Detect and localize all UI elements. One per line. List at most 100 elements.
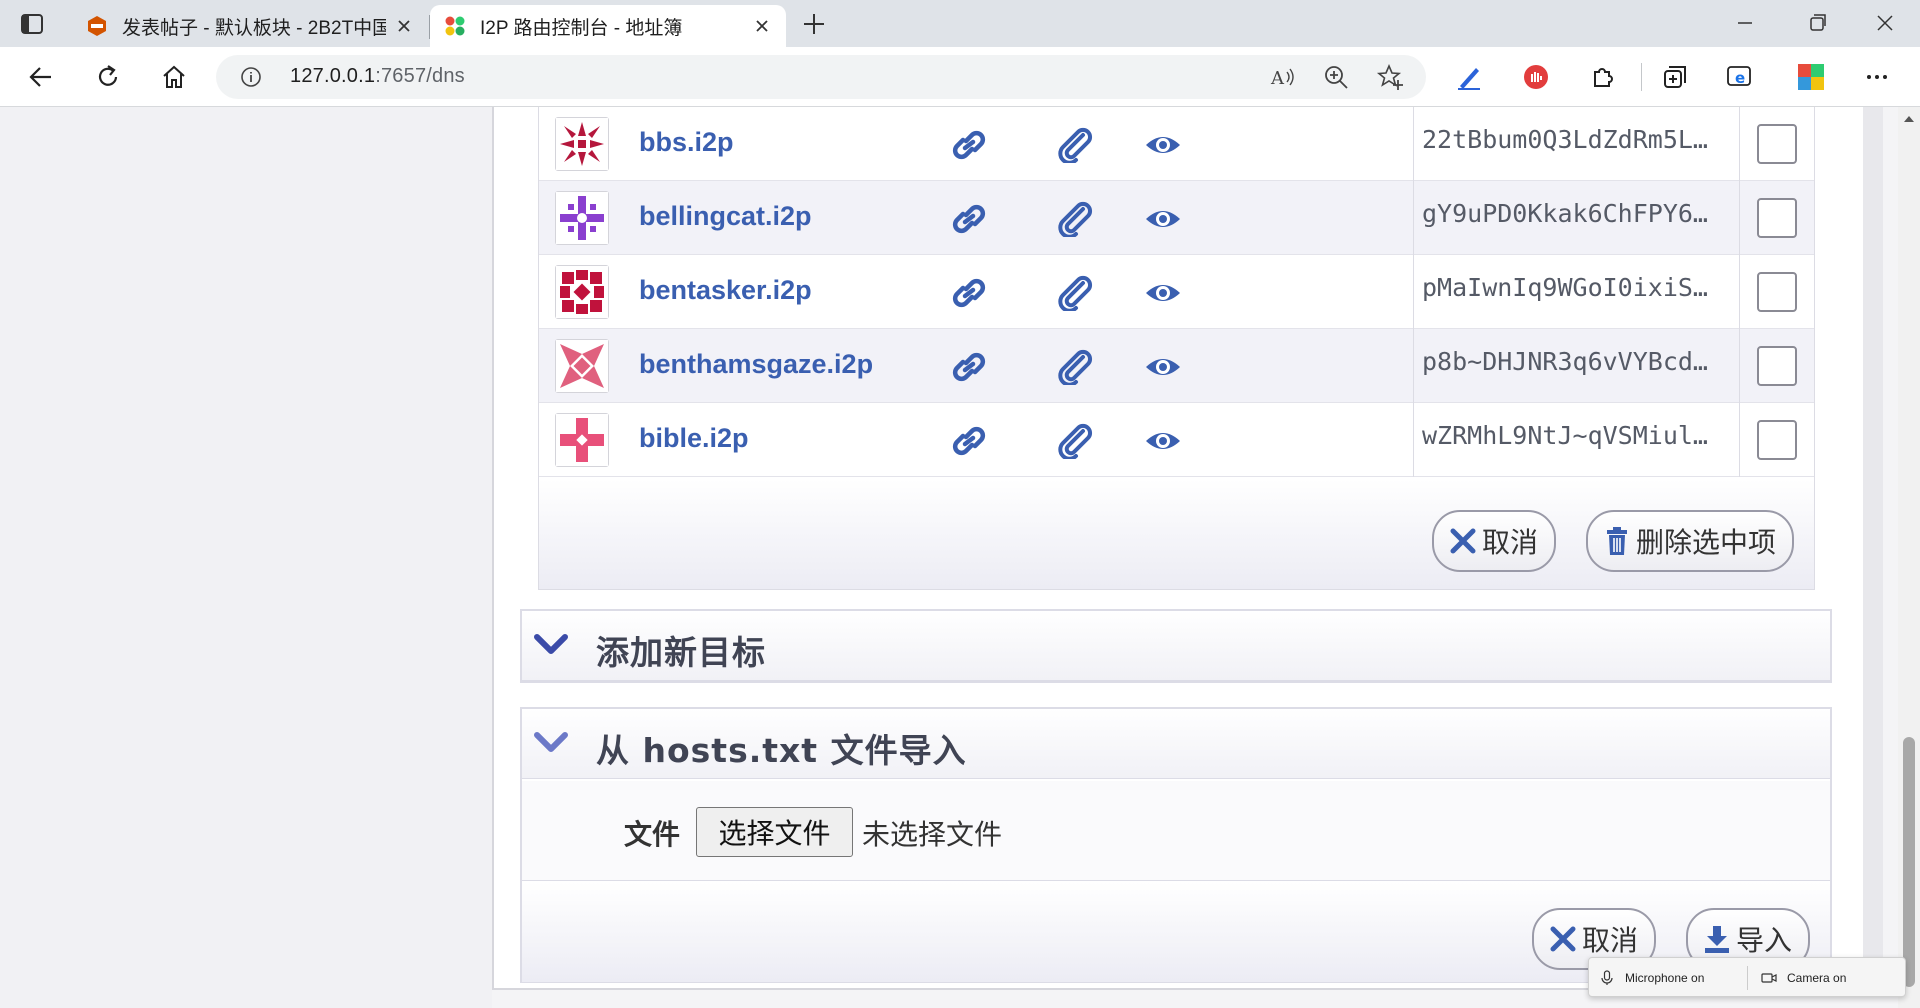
hostname-link[interactable]: benthamsgaze.i2p: [639, 349, 873, 380]
more-icon[interactable]: [1862, 62, 1892, 92]
destination-hash: 22tBbum0Q3LdZdRm5L…: [1413, 107, 1740, 181]
cancel-label: 取消: [1482, 526, 1539, 559]
cancel-button[interactable]: 取消: [1432, 510, 1557, 572]
chevron-down-icon[interactable]: [532, 629, 570, 663]
address-bar[interactable]: 127.0.0.1:7657/dns A: [216, 55, 1426, 99]
download-icon: [1702, 924, 1732, 954]
eye-icon[interactable]: [1143, 349, 1183, 385]
close-tab-icon[interactable]: [752, 16, 772, 36]
url-path: :7657/dns: [375, 65, 465, 87]
minimize-icon[interactable]: [1730, 8, 1760, 38]
delete-selected-button[interactable]: 删除选中项: [1586, 510, 1795, 572]
forum-favicon: [86, 15, 108, 37]
extensions-icon[interactable]: [1587, 62, 1617, 92]
table-row: benthamsgaze.i2p p8b~DHJNR3q6vVYBcd…: [539, 329, 1814, 403]
address-table: bbs.i2p 22tBbum0Q3LdZdRm5L… bellingcat.i…: [538, 107, 1815, 590]
home-icon[interactable]: [159, 62, 189, 92]
sidebar-area: [0, 107, 492, 1008]
read-aloud-icon[interactable]: A: [1268, 63, 1296, 91]
zoom-icon[interactable]: [1322, 63, 1350, 91]
section-header[interactable]: 添加新目标: [522, 611, 1830, 681]
link-icon[interactable]: [949, 127, 989, 163]
site-info-icon[interactable]: [240, 66, 262, 88]
url-text[interactable]: 127.0.0.1:7657/dns: [290, 65, 465, 88]
select-checkbox[interactable]: [1757, 346, 1797, 386]
scroll-up-icon[interactable]: [1901, 111, 1917, 127]
close-tab-icon[interactable]: [394, 16, 414, 36]
select-checkbox[interactable]: [1757, 198, 1797, 238]
back-icon[interactable]: [26, 62, 56, 92]
paperclip-icon[interactable]: [1055, 275, 1095, 311]
close-icon: [1448, 526, 1478, 556]
microphone-label: Microphone on: [1625, 971, 1705, 985]
favorite-add-icon[interactable]: [1376, 63, 1404, 91]
paperclip-icon[interactable]: [1055, 127, 1095, 163]
identicon: [555, 413, 609, 467]
hostname-link[interactable]: bentasker.i2p: [639, 275, 812, 306]
maximize-icon[interactable]: [1802, 8, 1832, 38]
microphone-status[interactable]: Microphone on: [1599, 970, 1704, 986]
link-icon[interactable]: [949, 275, 989, 311]
ie-mode-icon[interactable]: e: [1725, 62, 1755, 92]
cancel-label: 取消: [1582, 924, 1639, 957]
hostname-link[interactable]: bbs.i2p: [639, 127, 734, 158]
pen-extension-icon[interactable]: [1454, 62, 1484, 92]
i2p-favicon: [444, 15, 466, 37]
new-tab-icon[interactable]: [800, 10, 828, 38]
camera-icon: [1761, 973, 1777, 983]
table-row: bentasker.i2p pMaIwnIq9WGoI0ixiS…: [539, 255, 1814, 329]
identicon: [555, 265, 609, 319]
camera-status[interactable]: Camera on: [1761, 970, 1846, 986]
table-row: bbs.i2p 22tBbum0Q3LdZdRm5L…: [539, 107, 1814, 181]
import-hosts-section: 从 hosts.txt 文件导入 文件 选择文件 未选择文件 取消 导入: [520, 707, 1832, 983]
chevron-down-icon[interactable]: [532, 727, 570, 761]
tab-forum[interactable]: 发表帖子 - 默认板块 - 2B2T中国服: [72, 5, 428, 47]
stop-extension-icon[interactable]: [1521, 62, 1551, 92]
file-input-row: 文件 选择文件 未选择文件: [522, 781, 1830, 881]
scrollbar-thumb[interactable]: [1903, 737, 1915, 987]
destination-hash: gY9uPD0Kkak6ChFPY6…: [1413, 181, 1740, 255]
eye-icon[interactable]: [1143, 201, 1183, 237]
delete-label: 删除选中项: [1636, 526, 1777, 559]
tab-i2p-addressbook[interactable]: I2P 路由控制台 - 地址簿: [430, 5, 786, 47]
link-icon[interactable]: [949, 201, 989, 237]
table-row: bible.i2p wZRMhL9NtJ~qVSMiul…: [539, 403, 1814, 477]
tab-title: I2P 路由控制台 - 地址簿: [480, 17, 683, 39]
hostname-link[interactable]: bible.i2p: [639, 423, 749, 454]
close-icon: [1548, 924, 1578, 954]
import-label: 导入: [1736, 924, 1793, 957]
identicon: [555, 191, 609, 245]
eye-icon[interactable]: [1143, 127, 1183, 163]
panel-scrollbar[interactable]: [1863, 107, 1883, 990]
profile-icon[interactable]: [1796, 62, 1826, 92]
table-row: bellingcat.i2p gY9uPD0Kkak6ChFPY6…: [539, 181, 1814, 255]
select-checkbox[interactable]: [1757, 420, 1797, 460]
hostname-link[interactable]: bellingcat.i2p: [639, 201, 812, 232]
destination-hash: wZRMhL9NtJ~qVSMiul…: [1413, 403, 1740, 477]
eye-icon[interactable]: [1143, 423, 1183, 459]
eye-icon[interactable]: [1143, 275, 1183, 311]
select-checkbox[interactable]: [1757, 272, 1797, 312]
refresh-icon[interactable]: [93, 62, 123, 92]
camera-label: Camera on: [1787, 971, 1847, 985]
select-checkbox[interactable]: [1757, 124, 1797, 164]
collections-icon[interactable]: [1660, 62, 1690, 92]
tab-actions-icon[interactable]: [18, 10, 46, 38]
browser-toolbar: 127.0.0.1:7657/dns A e: [0, 47, 1920, 107]
choose-file-button[interactable]: 选择文件: [696, 807, 853, 857]
close-window-icon[interactable]: [1870, 8, 1900, 38]
section-header[interactable]: 从 hosts.txt 文件导入: [522, 709, 1830, 779]
file-label: 文件: [624, 818, 681, 851]
identicon: [555, 117, 609, 171]
paperclip-icon[interactable]: [1055, 423, 1095, 459]
divider: [1747, 966, 1748, 990]
table-actions: 取消 删除选中项: [539, 479, 1814, 589]
media-indicator: Microphone on Camera on: [1588, 957, 1906, 997]
link-icon[interactable]: [949, 349, 989, 385]
section-title: 添加新目标: [596, 633, 766, 672]
link-icon[interactable]: [949, 423, 989, 459]
paperclip-icon[interactable]: [1055, 349, 1095, 385]
svg-text:e: e: [1735, 69, 1745, 87]
paperclip-icon[interactable]: [1055, 201, 1095, 237]
page-scrollbar[interactable]: [1898, 107, 1920, 1008]
